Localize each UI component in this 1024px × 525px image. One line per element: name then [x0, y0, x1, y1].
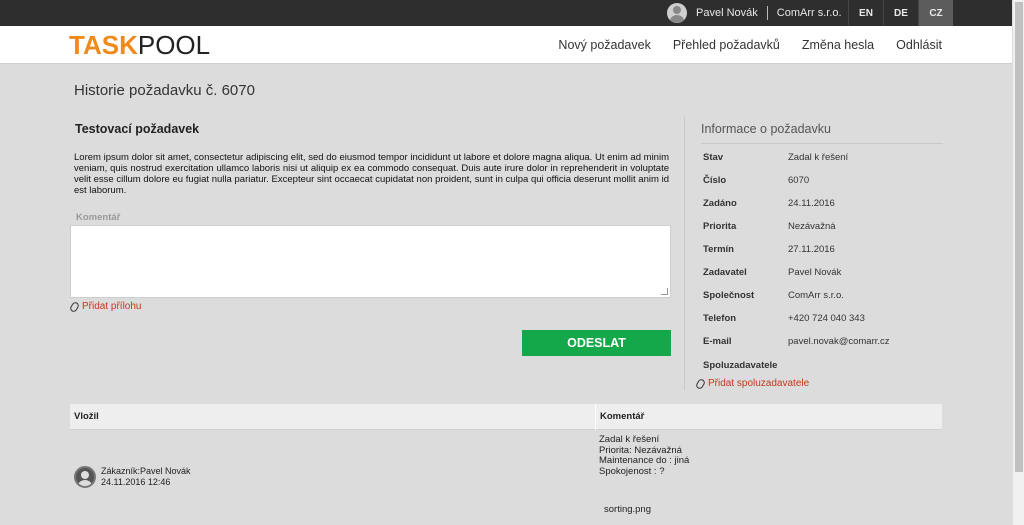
author-name: Zákazník:Pavel Novák [101, 466, 191, 476]
info-row-requester: Zadavatel Pavel Novák [703, 267, 943, 281]
info-value: Zadal k řešení [788, 152, 849, 163]
info-value: ComArr s.r.o. [788, 290, 844, 301]
add-attachment-label: Přidat přílohu [82, 301, 142, 312]
info-row-co-requesters: Spoluzadavatele [703, 360, 943, 374]
top-bar: Pavel Novák ComArr s.r.o. EN DE CZ [0, 0, 1012, 26]
info-row-company: Společnost ComArr s.r.o. [703, 290, 943, 304]
customer-avatar-icon [74, 466, 96, 488]
info-key: Zadáno [703, 198, 737, 209]
info-value: pavel.novak@comarr.cz [788, 336, 890, 347]
history-entry-author: Zákazník:Pavel Novák 24.11.2016 12:46 [74, 466, 191, 488]
info-row-deadline: Termín 27.11.2016 [703, 244, 943, 258]
language-switcher: EN DE CZ [848, 0, 953, 26]
info-row-email: E-mail pavel.novak@comarr.cz [703, 336, 943, 350]
comment-textarea[interactable] [70, 225, 671, 298]
nav-new-request[interactable]: Nový požadavek [558, 38, 650, 52]
info-value: 24.11.2016 [788, 198, 835, 209]
info-value: +420 724 040 343 [788, 313, 865, 324]
lang-de-button[interactable]: DE [883, 0, 918, 26]
nav-logout[interactable]: Odhlásit [896, 38, 942, 52]
info-key: Společnost [703, 290, 755, 301]
send-button[interactable]: ODESLAT [522, 330, 671, 356]
entry-timestamp: 24.11.2016 12:46 [101, 477, 171, 487]
add-co-requester-label: Přidat spoluzadavatele [708, 378, 810, 389]
info-key: Termín [703, 244, 734, 255]
history-col-author: Vložil [74, 411, 99, 422]
paperclip-icon [68, 300, 81, 313]
comment-label: Komentář [76, 212, 121, 223]
info-title: Informace o požadavku [701, 122, 831, 136]
page-title: Historie požadavku č. 6070 [74, 82, 255, 99]
info-row-status: Stav Zadal k řešení [703, 152, 943, 166]
logo-part-pool: POOL [137, 30, 211, 60]
company-name: ComArr s.r.o. [776, 7, 842, 19]
request-info-panel: Informace o požadavku Stav Zadal k řešen… [684, 117, 943, 390]
history-col-comment: Komentář [600, 411, 645, 422]
info-key: Priorita [703, 221, 737, 232]
info-row-submitted: Zadáno 24.11.2016 [703, 198, 943, 212]
history-entry-comment: Zadal k řešení Priorita: Nezávažná Maint… [599, 434, 690, 477]
history-table-header: Vložil Komentář [70, 404, 942, 430]
site-header: TASKPOOL Nový požadavek Přehled požadavk… [0, 26, 1012, 64]
lang-cz-button[interactable]: CZ [918, 0, 953, 26]
info-value: Nezávažná [788, 221, 836, 232]
info-row-priority: Priorita Nezávažná [703, 221, 943, 235]
request-title: Testovací požadavek [75, 122, 200, 136]
info-row-phone: Telefon +420 724 040 343 [703, 313, 943, 327]
add-attachment-link[interactable]: Přidat přílohu [68, 300, 142, 313]
add-co-requester-link[interactable]: Přidat spoluzadavatele [694, 377, 810, 390]
info-divider [701, 143, 943, 144]
comment-line: Spokojenost : ? [599, 465, 665, 477]
separator [766, 6, 768, 20]
info-value: 6070 [788, 175, 810, 186]
info-value: 27.11.2016 [788, 244, 835, 255]
comment-line: Zadal k řešení [599, 434, 660, 445]
paperclip-icon [694, 377, 707, 390]
taskpool-logo[interactable]: TASKPOOL [69, 31, 210, 59]
info-value: Pavel Novák [788, 267, 842, 278]
nav-requests-overview[interactable]: Přehled požadavků [673, 38, 780, 52]
lang-en-button[interactable]: EN [848, 0, 883, 26]
attachment-link[interactable]: sorting.png [604, 504, 651, 515]
nav-change-password[interactable]: Změna hesla [802, 38, 874, 52]
info-key: Stav [703, 152, 724, 163]
main-nav: Nový požadavek Přehled požadavků Změna h… [536, 26, 942, 64]
author-info: Zákazník:Pavel Novák 24.11.2016 12:46 [101, 466, 191, 488]
info-key: Číslo [703, 175, 727, 186]
page-scrollbar[interactable] [1012, 0, 1024, 525]
column-divider [595, 404, 596, 430]
info-key: Telefon [703, 313, 737, 324]
info-key: Spoluzadavatele [703, 360, 778, 371]
user-avatar-icon [667, 3, 687, 23]
info-row-number: Číslo 6070 [703, 175, 943, 189]
user-info: Pavel Novák ComArr s.r.o. [667, 0, 842, 26]
logo-part-task: TASK [69, 30, 138, 60]
info-key: E-mail [703, 336, 732, 347]
scrollbar-thumb[interactable] [1015, 2, 1023, 472]
comment-line: Maintenance do : jiná [599, 455, 690, 466]
request-description: Lorem ipsum dolor sit amet, consectetur … [74, 152, 669, 196]
user-name: Pavel Novák [696, 7, 758, 19]
info-key: Zadavatel [703, 267, 747, 278]
